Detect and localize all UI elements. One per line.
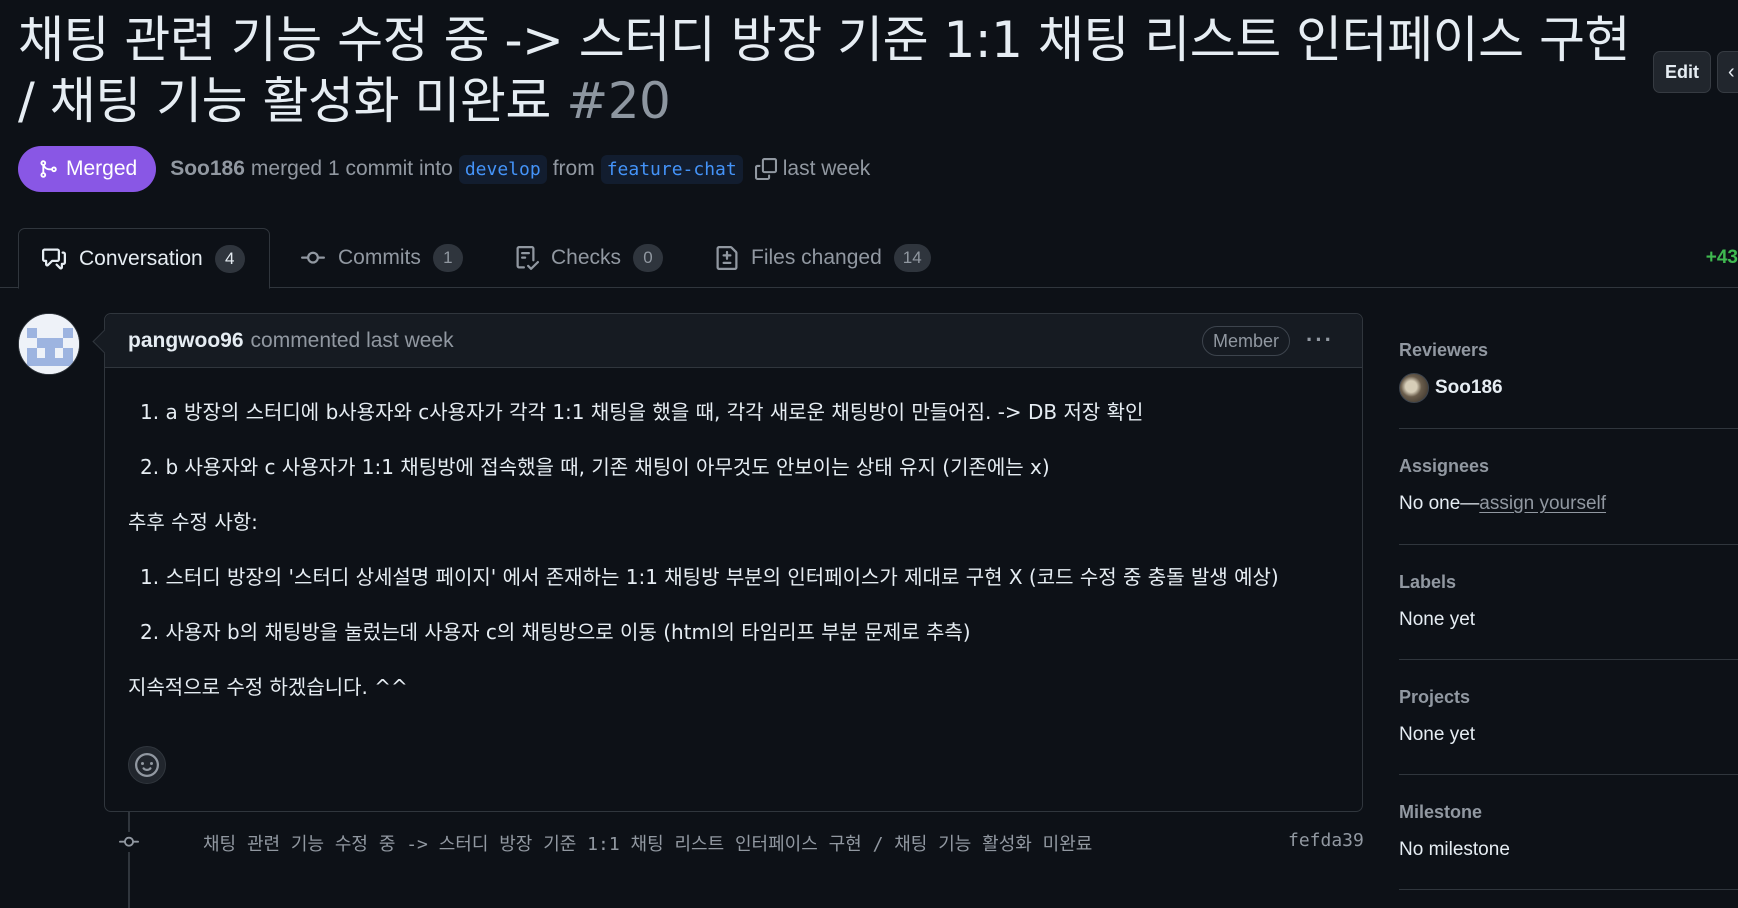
- sidebar-labels: Labels None yet: [1399, 545, 1738, 660]
- list-1: 1. a 방장의 스터디에 b사용자와 c사용자가 각각 1:1 채팅을 했을 …: [128, 398, 1328, 481]
- from-text: from: [552, 157, 595, 180]
- checklist-icon: [516, 246, 539, 270]
- kebab-menu-icon[interactable]: ···: [1306, 325, 1334, 355]
- avatar[interactable]: [18, 313, 80, 375]
- file-diff-icon: [716, 246, 738, 270]
- sidebar-heading[interactable]: Projects: [1399, 687, 1738, 708]
- commit-sha-link[interactable]: fefda39: [1288, 830, 1364, 851]
- pr-tabs: Conversation 4 Commits 1 Checks 0 Files …: [0, 228, 1738, 289]
- tab-files-changed[interactable]: Files changed 14: [715, 228, 931, 288]
- tab-label: Files changed: [751, 246, 882, 269]
- no-assignee-text: No one—: [1399, 493, 1480, 514]
- sidebar-heading[interactable]: Milestone: [1399, 802, 1738, 823]
- code-button[interactable]: ‹: [1717, 51, 1738, 93]
- comment-header: pangwoo96 commented last week Member ···: [105, 314, 1362, 368]
- sidebar-heading[interactable]: Reviewers: [1399, 340, 1738, 361]
- tab-count: 1: [432, 244, 463, 272]
- head-branch[interactable]: feature-chat: [600, 154, 743, 184]
- tab-checks[interactable]: Checks 0: [515, 228, 664, 288]
- status-label: Merged: [66, 157, 138, 180]
- sidebar-reviewers: Reviewers Soo186: [1399, 313, 1738, 429]
- diffstat-additions[interactable]: +43: [1706, 247, 1738, 269]
- commit-node-icon: [115, 832, 143, 852]
- subheading: 추후 수정 사항:: [128, 510, 258, 534]
- tab-label: Commits: [338, 246, 421, 269]
- list-item: 2. b 사용자와 c 사용자가 1:1 채팅방에 접속했을 때, 기존 채팅이…: [140, 455, 1050, 479]
- assignees-value: No one—assign yourself: [1399, 493, 1738, 515]
- sidebar: Reviewers Soo186 Assignees No one—assign…: [1399, 313, 1738, 890]
- list-item: 1. 스터디 방장의 '스터디 상세설명 페이지' 에서 존재하는 1:1 채팅…: [140, 565, 1279, 589]
- avatar: [1399, 373, 1429, 403]
- sidebar-heading[interactable]: Assignees: [1399, 456, 1738, 477]
- edit-button[interactable]: Edit: [1653, 51, 1711, 93]
- list-2: 1. 스터디 방장의 '스터디 상세설명 페이지' 에서 존재하는 1:1 채팅…: [128, 563, 1328, 646]
- merge-time[interactable]: last week: [783, 157, 871, 181]
- projects-value: None yet: [1399, 724, 1476, 745]
- add-reaction-button[interactable]: [128, 746, 166, 784]
- merger-link[interactable]: Soo186: [170, 157, 245, 181]
- tab-count: 4: [214, 244, 245, 273]
- tab-conversation[interactable]: Conversation 4: [18, 228, 270, 289]
- pull-request-page: 채팅 관련 기능 수정 중 -> 스터디 방장 기준 1:1 채팅 리스트 인터…: [0, 0, 1738, 908]
- tab-label: Checks: [551, 246, 622, 269]
- member-badge: Member: [1201, 326, 1290, 356]
- reviewer-item[interactable]: Soo186: [1399, 373, 1738, 403]
- reviewer-name: Soo186: [1435, 377, 1503, 398]
- sidebar-assignees: Assignees No one—assign yourself: [1399, 429, 1738, 545]
- page-title: 채팅 관련 기능 수정 중 -> 스터디 방장 기준 1:1 채팅 리스트 인터…: [18, 10, 1638, 132]
- tab-label: Conversation: [79, 246, 203, 270]
- tab-count: 0: [633, 244, 664, 272]
- commit-message-link[interactable]: 채팅 관련 기능 수정 중 -> 스터디 방장 기준 1:1 채팅 리스트 인터…: [203, 830, 1092, 856]
- list-item: 1. a 방장의 스터디에 b사용자와 c사용자가 각각 1:1 채팅을 했을 …: [140, 400, 1144, 424]
- sidebar-milestone: Milestone No milestone: [1399, 775, 1738, 890]
- tab-commits[interactable]: Commits 1: [300, 228, 463, 288]
- status-badge: Merged: [18, 146, 157, 192]
- base-branch[interactable]: develop: [458, 154, 547, 184]
- git-merge-icon: [40, 160, 57, 178]
- identicon-icon: [19, 314, 79, 374]
- timeline-line: [128, 812, 130, 908]
- list-item: 2. 사용자 b의 채팅방을 눌렀는데 사용자 c의 채팅방으로 이동 (htm…: [140, 620, 971, 644]
- comment-timestamp[interactable]: commented last week: [251, 329, 454, 353]
- comment-discussion-icon: [42, 248, 66, 269]
- labels-value: None yet: [1399, 609, 1476, 630]
- merge-action-text: merged 1 commit into: [250, 157, 453, 180]
- closing-text: 지속적으로 수정 하겠습니다. ^^: [128, 675, 408, 699]
- pr-meta: Merged Soo186 merged 1 commit into devel…: [18, 146, 870, 192]
- pr-number: #20: [566, 72, 671, 130]
- copy-icon[interactable]: [754, 158, 777, 180]
- commit-icon: [301, 251, 325, 264]
- comment-author-link[interactable]: pangwoo96: [128, 329, 244, 353]
- sidebar-heading[interactable]: Labels: [1399, 572, 1738, 593]
- smiley-icon: [135, 753, 159, 777]
- comment-card: pangwoo96 commented last week Member ···…: [104, 313, 1363, 812]
- assign-yourself-link[interactable]: assign yourself: [1479, 493, 1606, 514]
- comment-body: 1. a 방장의 스터디에 b사용자와 c사용자가 각각 1:1 채팅을 했을 …: [128, 398, 1328, 728]
- pr-title-text: 채팅 관련 기능 수정 중 -> 스터디 방장 기준 1:1 채팅 리스트 인터…: [18, 11, 1631, 130]
- tab-count: 14: [893, 244, 931, 272]
- milestone-value: No milestone: [1399, 839, 1510, 860]
- sidebar-projects: Projects None yet: [1399, 660, 1738, 775]
- chevron-left-icon: ‹: [1728, 60, 1735, 83]
